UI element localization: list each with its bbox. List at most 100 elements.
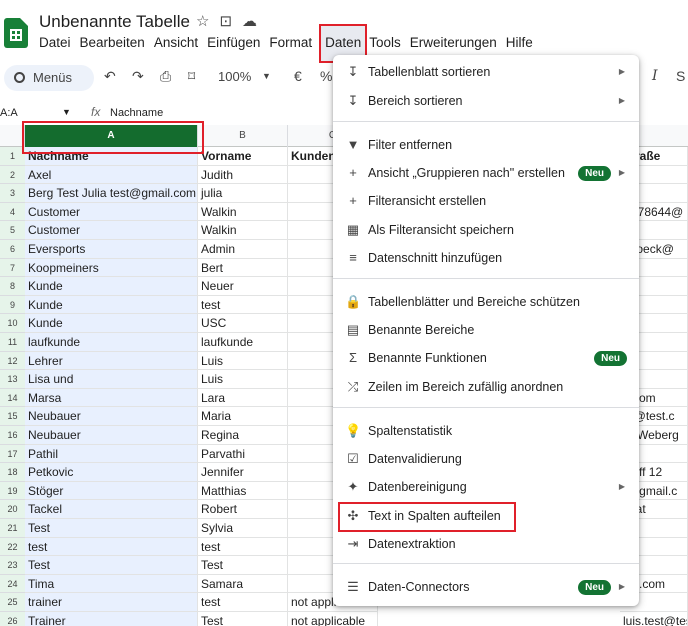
cell-b[interactable]: Maria (198, 407, 288, 426)
cell-a[interactable]: Petkovic (25, 463, 198, 482)
row-number[interactable]: 26 (0, 612, 25, 626)
cell-b[interactable]: Samara (198, 574, 288, 594)
cell-a[interactable]: Tima (25, 574, 198, 594)
menu-format[interactable]: Format (269, 34, 317, 61)
row-number[interactable]: 10 (0, 314, 25, 333)
cell-b[interactable]: Luis (198, 351, 288, 371)
menu-item-sort[interactable]: ↧ Tabellenblatt sortieren ▶ (333, 59, 639, 85)
menu-item-lock[interactable]: 🔒 Tabellenblätter und Bereiche schützen (333, 289, 639, 315)
row-number[interactable]: 13 (0, 370, 25, 389)
menu-item-save-view[interactable]: ▦ Als Filteransicht speichern (333, 217, 639, 243)
menu-item-database[interactable]: ☰ Daten-Connectors Neu ▶ (333, 574, 639, 600)
print-icon[interactable]: ⎙ (160, 68, 171, 85)
cell-a[interactable]: Lehrer (25, 351, 198, 371)
cell-b[interactable]: Parvathi (198, 444, 288, 464)
row-number[interactable]: 23 (0, 556, 25, 575)
cell-a[interactable]: Tackel (25, 500, 198, 519)
row-number[interactable]: 4 (0, 202, 25, 222)
cell-b[interactable]: test (198, 537, 288, 557)
menu-item-filter[interactable]: ▼ Filter entfernen (333, 132, 639, 158)
row-number[interactable]: 17 (0, 444, 25, 464)
row-number[interactable]: 7 (0, 258, 25, 278)
menu-item-sort-range[interactable]: ↧ Bereich sortieren ▶ (333, 88, 639, 114)
cell-a[interactable]: Test (25, 519, 198, 538)
row-number[interactable]: 24 (0, 574, 25, 594)
cell-a[interactable]: Kunde (25, 295, 198, 315)
row-number[interactable]: 2 (0, 165, 25, 185)
menu-item-lightbulb[interactable]: 💡 Spaltenstatistik (333, 418, 639, 444)
cell-a[interactable]: Customer (25, 202, 198, 222)
cell-a[interactable]: Axel (25, 165, 198, 185)
cell-b[interactable]: julia (198, 184, 288, 203)
cloud-status-icon[interactable]: ☁ (242, 12, 257, 30)
cell-b[interactable]: Robert (198, 500, 288, 519)
cell-a[interactable]: Pathil (25, 444, 198, 464)
name-box[interactable]: A:A (0, 107, 18, 119)
cell-a[interactable]: Kunde (25, 314, 198, 333)
row-number[interactable]: 3 (0, 184, 25, 203)
row-number[interactable]: 9 (0, 295, 25, 315)
row-number[interactable]: 20 (0, 500, 25, 519)
redo-icon[interactable]: ↷ (132, 68, 144, 85)
menu-item-magic-wand[interactable]: ✦ Datenbereinigung ▶ (333, 474, 639, 500)
menu-item-plus[interactable]: + Filteransicht erstellen (333, 188, 639, 214)
cell-a[interactable]: Koopmeiners (25, 258, 198, 278)
cell-b[interactable]: Bert (198, 258, 288, 278)
cell-a[interactable]: Marsa (25, 388, 198, 408)
cell-b[interactable]: USC (198, 314, 288, 333)
row-number[interactable]: 21 (0, 519, 25, 538)
cell-f[interactable]: luis.test@test.com (620, 612, 688, 626)
chevron-down-icon[interactable]: ▼ (262, 71, 271, 81)
cell-b[interactable]: Vorname (198, 147, 288, 166)
menu-item-extract[interactable]: ⇥ Datenextraktion (333, 531, 639, 557)
cell-a[interactable]: laufkunde (25, 333, 198, 352)
cell-a[interactable]: Berg Test Julia test@gmail.com (25, 184, 198, 203)
row-number[interactable]: 12 (0, 351, 25, 371)
zoom-select[interactable]: 100% (218, 69, 251, 84)
cell-a[interactable]: Customer (25, 221, 198, 240)
move-folder-icon[interactable]: ⊡ (219, 12, 232, 30)
row-number[interactable]: 18 (0, 463, 25, 482)
row-number[interactable]: 8 (0, 277, 25, 296)
menu-ansicht[interactable]: Ansicht (154, 34, 203, 61)
star-icon[interactable]: ☆ (196, 12, 209, 30)
chevron-down-icon[interactable]: ▼ (62, 107, 71, 117)
cell-b[interactable]: Matthias (198, 481, 288, 501)
cell-a[interactable]: Stöger (25, 481, 198, 501)
row-number[interactable]: 11 (0, 333, 25, 352)
cell-b[interactable]: Jennifer (198, 463, 288, 482)
cell-a[interactable]: test (25, 537, 198, 557)
row-number[interactable]: 14 (0, 388, 25, 408)
cell-b[interactable]: Admin (198, 240, 288, 259)
paint-format-icon[interactable]: ⌑ (188, 68, 195, 85)
menu-item-sigma[interactable]: Σ Benannte Funktionen Neu (333, 345, 639, 371)
cell-a[interactable]: Trainer (25, 612, 198, 626)
column-header-b[interactable]: B (198, 125, 288, 147)
cell-a[interactable]: Lisa und (25, 370, 198, 389)
currency-button[interactable]: € (294, 68, 302, 84)
row-number[interactable]: 15 (0, 407, 25, 426)
cell-a[interactable]: Neubauer (25, 426, 198, 445)
cell-a[interactable]: Neubauer (25, 407, 198, 426)
cell-b[interactable]: test (198, 295, 288, 315)
menu-search[interactable]: Menüs (4, 65, 94, 91)
cell-b[interactable]: Test (198, 612, 288, 626)
cell-b[interactable]: Test (198, 556, 288, 575)
row-number[interactable]: 5 (0, 221, 25, 240)
formula-input[interactable]: Nachname (110, 107, 163, 119)
menu-item-slicer[interactable]: ≡ Datenschnitt hinzufügen (333, 245, 639, 271)
cell-b[interactable]: Regina (198, 426, 288, 445)
menu-item-validation[interactable]: ☑ Datenvalidierung (333, 446, 639, 472)
cell-c[interactable]: not applicable (288, 612, 378, 626)
menu-item-plus[interactable]: + Ansicht „Gruppieren nach" erstellen Neu ▶ (333, 160, 639, 186)
menu-einfuegen[interactable]: Einfügen (207, 34, 265, 61)
cell-b[interactable]: Lara (198, 388, 288, 408)
menu-datei[interactable]: Datei (39, 34, 76, 61)
cell-b[interactable]: laufkunde (198, 333, 288, 352)
cell-a[interactable]: Eversports (25, 240, 198, 259)
document-title[interactable]: Unbenannte Tabelle (39, 12, 190, 32)
undo-icon[interactable]: ↶ (104, 68, 116, 85)
menu-bearbeiten[interactable]: Bearbeiten (80, 34, 150, 61)
cell-b[interactable]: Sylvia (198, 519, 288, 538)
italic-icon[interactable]: I (652, 68, 658, 84)
